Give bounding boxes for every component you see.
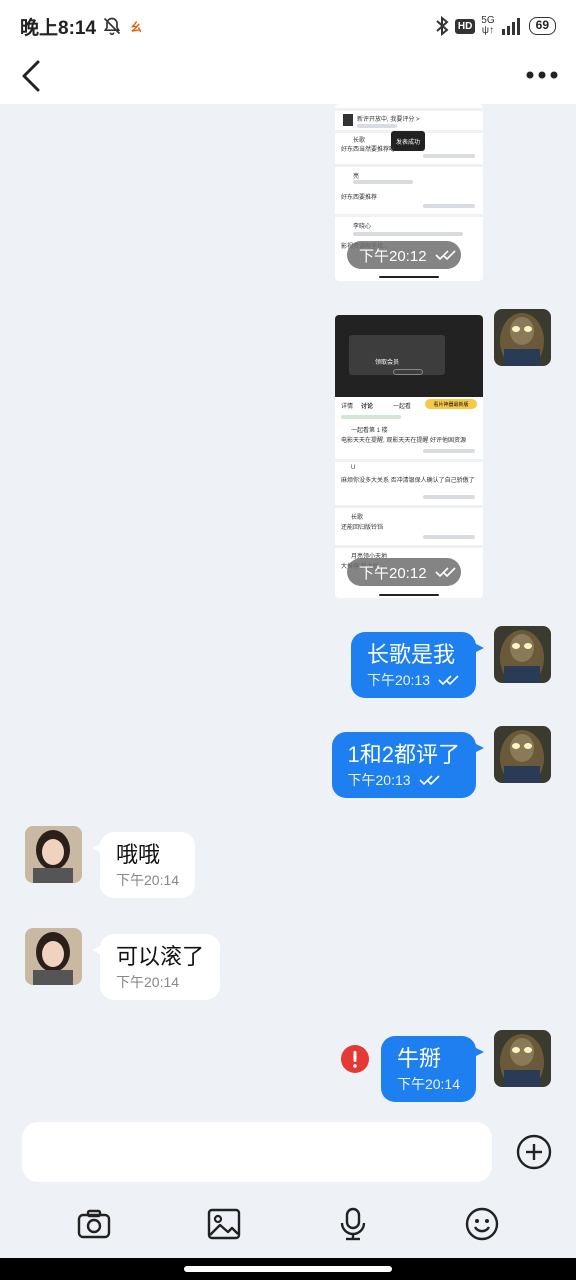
message-bubble[interactable]: 哦哦 下午20:14 bbox=[92, 832, 196, 898]
image-timestamp: 下午20:12 bbox=[347, 558, 461, 586]
screenshot-text: 亮 bbox=[353, 174, 360, 180]
avatar-image bbox=[494, 309, 551, 366]
self-avatar[interactable] bbox=[494, 626, 551, 683]
avatar-image bbox=[25, 826, 82, 883]
message-bubble[interactable]: 可以滚了 下午20:14 bbox=[92, 934, 221, 1000]
screenshot-text: 好东西要推荐 bbox=[341, 195, 378, 201]
read-receipt-icon bbox=[434, 250, 456, 261]
comment-author: 一起看第 1 楼 bbox=[351, 428, 388, 434]
peer-avatar[interactable] bbox=[25, 826, 82, 883]
plus-icon[interactable] bbox=[516, 1134, 552, 1170]
back-arrow-icon[interactable] bbox=[14, 56, 54, 96]
camera-icon[interactable] bbox=[76, 1206, 112, 1242]
screenshot-text: 新评开放中, 我要评分 > bbox=[357, 117, 420, 123]
bluetooth-icon bbox=[436, 16, 449, 36]
message-bubble[interactable]: 牛掰 下午20:14 bbox=[380, 1036, 484, 1102]
comment-text: 电影天天在提醒, 观影天天在提醒 好评他国资源 bbox=[341, 438, 467, 444]
tab-discussion: 讨论 bbox=[361, 404, 374, 410]
message-meta: 下午20:14 bbox=[397, 1074, 460, 1094]
hd-badge: HD bbox=[454, 18, 476, 34]
system-home-bar bbox=[0, 1258, 576, 1280]
message-bubble[interactable]: 长歌是我 下午20:13 bbox=[350, 632, 484, 698]
screenshot-text: 李晓心 bbox=[353, 224, 372, 230]
mini-thumbnail bbox=[343, 114, 353, 126]
avatar-image bbox=[494, 1030, 551, 1087]
self-avatar[interactable] bbox=[494, 1030, 551, 1087]
image-message[interactable]: 新评开放中, 我要评分 > 长歌 发表成功 好东西当然要推荐呀 亮 好东西要推荐… bbox=[335, 104, 483, 281]
microphone-icon[interactable] bbox=[335, 1206, 371, 1242]
chat-message-list[interactable]: 新评开放中, 我要评分 > 长歌 发表成功 好东西当然要推荐呀 亮 好东西要推荐… bbox=[0, 104, 576, 1114]
avatar-image bbox=[494, 726, 551, 783]
comment-author: U bbox=[351, 465, 356, 471]
image-icon[interactable] bbox=[206, 1206, 242, 1242]
avatar-image bbox=[25, 928, 82, 985]
message-meta: 下午20:13 bbox=[367, 670, 460, 690]
message-time: 下午20:12 bbox=[359, 564, 427, 582]
send-failed-icon[interactable] bbox=[340, 1044, 370, 1074]
comment-author: 长歌 bbox=[351, 515, 364, 521]
toast: 发表成功 bbox=[391, 131, 425, 151]
message-time: 下午20:13 bbox=[347, 772, 411, 788]
status-time: 晚上8:14 bbox=[20, 17, 97, 39]
signal-icon bbox=[501, 18, 520, 35]
video-banner: 领取会员 bbox=[335, 315, 483, 397]
tab-detail: 详情 bbox=[341, 404, 354, 410]
image-message[interactable]: 领取会员 详情 讨论 一起看 看片神器最新版 一起看第 1 楼 电影天天在提醒,… bbox=[335, 315, 483, 598]
message-text: 可以滚了 bbox=[116, 944, 205, 969]
dialog-text: 领取会员 bbox=[375, 360, 400, 366]
read-receipt-icon bbox=[418, 775, 440, 786]
screenshot-text: 长歌 bbox=[353, 138, 366, 144]
message-text: 牛掰 bbox=[396, 1046, 441, 1071]
message-time: 下午20:14 bbox=[116, 872, 180, 888]
message-bubble[interactable]: 1和2都评了 下午20:13 bbox=[331, 732, 484, 798]
battery-indicator: 69 bbox=[528, 17, 556, 35]
peer-avatar[interactable] bbox=[25, 928, 82, 985]
emoji-icon[interactable] bbox=[464, 1206, 500, 1242]
message-meta: 下午20:14 bbox=[116, 972, 204, 992]
message-text: 哦哦 bbox=[116, 842, 161, 867]
message-time: 下午20:13 bbox=[366, 672, 430, 688]
cta-button: 看片神器最新版 bbox=[425, 399, 477, 409]
tab-watch-together: 一起看 bbox=[393, 404, 412, 410]
read-receipt-icon bbox=[438, 675, 459, 686]
nav-bar bbox=[0, 52, 576, 104]
input-area bbox=[0, 1114, 576, 1258]
avatar-image bbox=[494, 626, 551, 683]
message-input[interactable] bbox=[22, 1122, 492, 1182]
message-text: 长歌是我 bbox=[366, 642, 455, 667]
network-activity: ψ↑ bbox=[481, 25, 495, 36]
message-meta: 下午20:13 bbox=[348, 770, 460, 790]
self-avatar[interactable] bbox=[494, 309, 551, 366]
message-time: 下午20:14 bbox=[116, 974, 180, 990]
app-notification-icon: ㄠ bbox=[130, 19, 143, 34]
comment-text: 麻烦你没多大关系 否冲清银保人确认了自己骄傲了 bbox=[341, 478, 475, 484]
more-options-icon[interactable] bbox=[522, 60, 562, 90]
bell-off-icon bbox=[103, 17, 121, 36]
read-receipt-icon bbox=[434, 567, 456, 578]
status-bar: 晚上8:14 ㄠ HD 5G ψ↑ 69 bbox=[0, 0, 576, 52]
home-indicator[interactable] bbox=[184, 1266, 392, 1272]
message-text: 1和2都评了 bbox=[347, 742, 460, 767]
self-avatar[interactable] bbox=[494, 726, 551, 783]
message-meta: 下午20:14 bbox=[116, 870, 179, 890]
message-time: 下午20:12 bbox=[359, 247, 427, 265]
message-time: 下午20:14 bbox=[396, 1076, 460, 1092]
screenshot-text: 好东西当然要推荐呀 bbox=[341, 147, 396, 153]
network-indicator: 5G ψ↑ bbox=[481, 16, 494, 36]
comment-text: 还能回归版铃铛 bbox=[341, 525, 384, 531]
image-timestamp: 下午20:12 bbox=[347, 241, 461, 269]
